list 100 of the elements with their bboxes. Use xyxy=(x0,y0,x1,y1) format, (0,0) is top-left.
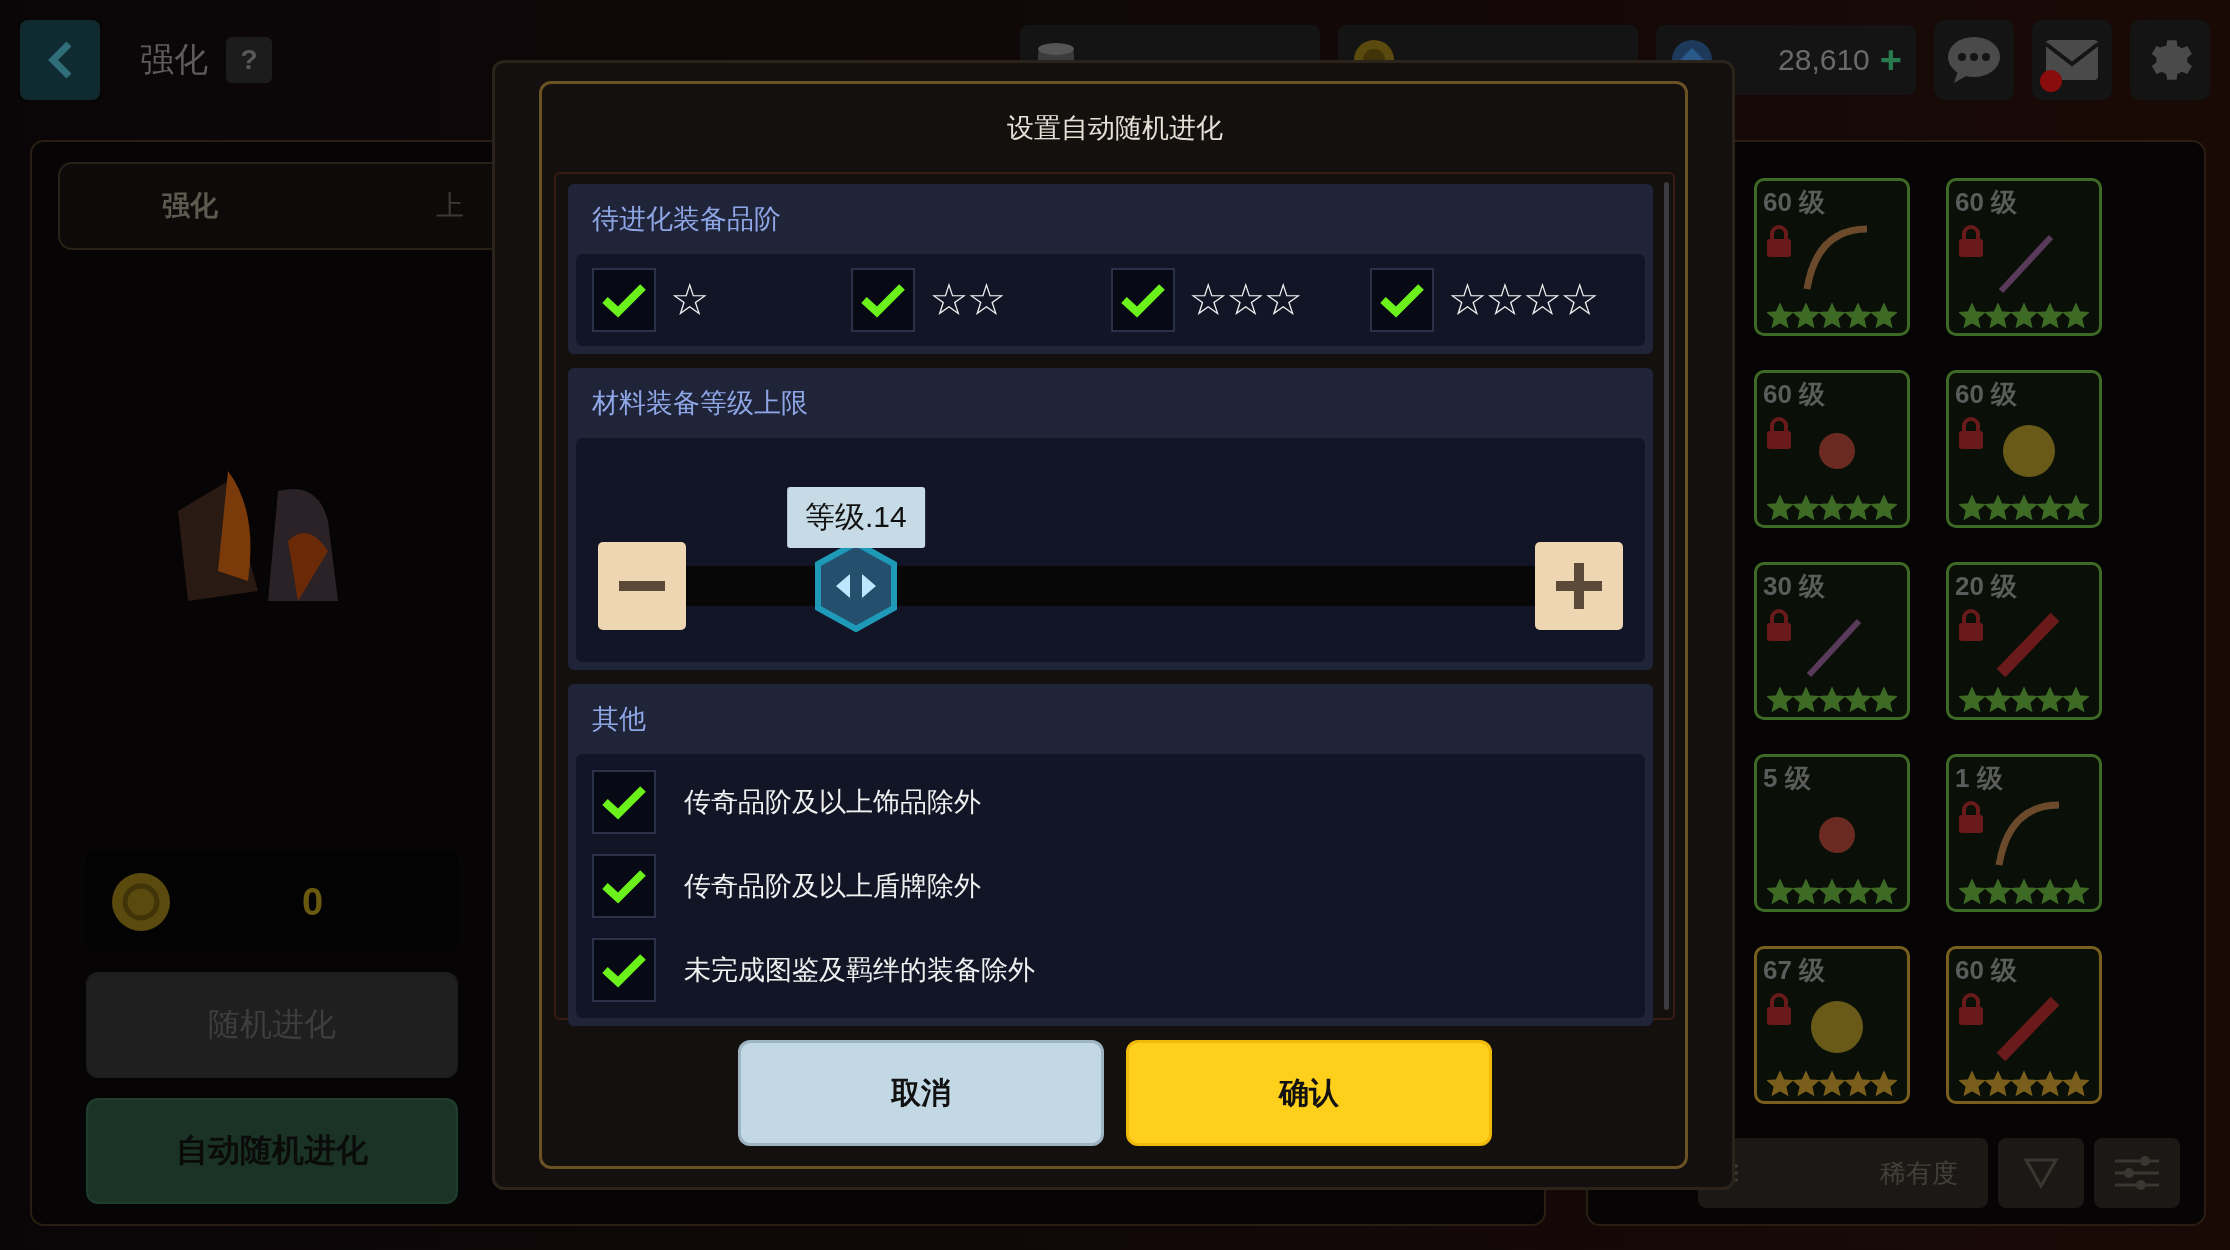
star-icon xyxy=(1819,303,1845,329)
checkmark-icon xyxy=(1379,282,1424,318)
star-icon xyxy=(1871,1071,1897,1097)
star-icon xyxy=(1959,495,1985,521)
item-level: 60 级 xyxy=(1763,186,1826,219)
section-heading: 其他 xyxy=(591,703,647,736)
star-icon xyxy=(2037,879,2063,905)
star-icon xyxy=(1819,879,1845,905)
star-icon xyxy=(1985,687,2011,713)
checkbox[interactable] xyxy=(592,854,656,918)
cost-amount: 0 xyxy=(302,880,324,924)
triangle-icon xyxy=(2023,1157,2059,1189)
item-level: 60 级 xyxy=(1955,378,2018,411)
item-card[interactable]: 60 级 xyxy=(1754,370,1910,528)
star-icon xyxy=(1985,879,2011,905)
item-level: 1 级 xyxy=(1955,762,2003,795)
section-heading: 待进化装备品阶 xyxy=(591,203,782,236)
grade-stars: ☆☆☆ xyxy=(1188,278,1301,322)
item-card[interactable]: 1 级 xyxy=(1946,754,2102,912)
mail-icon xyxy=(2044,38,2100,82)
star-icon xyxy=(1871,687,1897,713)
star-icon xyxy=(2037,495,2063,521)
star-icon xyxy=(1819,687,1845,713)
item-card[interactable]: 60 级 xyxy=(1754,178,1910,336)
star-icon xyxy=(1767,303,1793,329)
star-icon xyxy=(2011,303,2037,329)
star-icon xyxy=(1819,1071,1845,1097)
checkmark-icon xyxy=(602,868,646,904)
resource-amount: 28,610 xyxy=(1777,43,1870,77)
minus-icon xyxy=(619,581,665,591)
help-button[interactable]: ? xyxy=(226,37,272,83)
grade-stars: ☆☆☆☆ xyxy=(1447,278,1598,322)
star-icon xyxy=(1959,303,1985,329)
page-title: 强化 xyxy=(140,39,208,80)
star-icon xyxy=(1819,495,1845,521)
decrease-button[interactable] xyxy=(598,542,686,630)
item-card[interactable]: 67 级 xyxy=(1754,946,1910,1104)
star-icon xyxy=(2063,303,2089,329)
star-icon xyxy=(2011,1071,2037,1097)
item-level: 60 级 xyxy=(1763,378,1826,411)
star-icon xyxy=(1871,495,1897,521)
confirm-button[interactable]: 确认 xyxy=(1125,1040,1492,1146)
plus-icon xyxy=(1556,563,1602,609)
checkmark-icon xyxy=(602,282,646,318)
option-label: 传奇品阶及以上盾牌除外 xyxy=(684,870,981,903)
item-level: 20 级 xyxy=(1955,570,2018,603)
checkbox[interactable] xyxy=(851,268,916,332)
item-level: 60 级 xyxy=(1955,186,2018,219)
star-icon xyxy=(1845,879,1871,905)
checkbox[interactable] xyxy=(592,938,656,1002)
checkbox[interactable] xyxy=(1110,268,1175,332)
star-icon xyxy=(1985,1071,2011,1097)
scrollbar[interactable] xyxy=(1664,182,1669,1010)
item-level: 30 级 xyxy=(1763,570,1826,603)
star-icon xyxy=(1959,879,1985,905)
star-icon xyxy=(1767,495,1793,521)
add-button[interactable]: + xyxy=(1879,38,1902,82)
grade-stars: ☆ xyxy=(670,278,708,322)
checkmark-icon xyxy=(602,784,646,820)
star-icon xyxy=(2037,303,2063,329)
star-icon xyxy=(1845,303,1871,329)
star-icon xyxy=(2063,687,2089,713)
star-icon xyxy=(2037,687,2063,713)
star-icon xyxy=(1985,495,2011,521)
item-card[interactable]: 5 级 xyxy=(1754,754,1910,912)
item-level: 67 级 xyxy=(1763,954,1826,987)
star-icon xyxy=(1871,303,1897,329)
star-icon xyxy=(1871,879,1897,905)
star-icon xyxy=(2011,495,2037,521)
star-icon xyxy=(1793,687,1819,713)
coin-icon xyxy=(110,871,172,933)
checkbox[interactable] xyxy=(592,770,656,834)
sliders-icon xyxy=(2115,1155,2159,1191)
star-icon xyxy=(1959,1071,1985,1097)
item-card[interactable]: 60 级 xyxy=(1946,946,2102,1104)
star-icon xyxy=(1793,303,1819,329)
item-card[interactable]: 20 级 xyxy=(1946,562,2102,720)
star-icon xyxy=(2037,1071,2063,1097)
star-icon xyxy=(1767,879,1793,905)
item-card[interactable]: 60 级 xyxy=(1946,370,2102,528)
tab[interactable]: 强化 xyxy=(60,186,320,226)
section-heading: 材料装备等级上限 xyxy=(591,387,809,420)
checkbox[interactable] xyxy=(1369,268,1434,332)
chat-icon xyxy=(1946,35,2002,85)
back-button[interactable] xyxy=(20,20,100,100)
star-icon xyxy=(2063,879,2089,905)
grade-stars: ☆☆ xyxy=(929,278,1005,322)
checkmark-icon xyxy=(861,282,906,318)
cancel-button[interactable]: 取消 xyxy=(737,1040,1104,1146)
item-level: 5 级 xyxy=(1763,762,1811,795)
option-label: 未完成图鉴及羁绊的装备除外 xyxy=(684,954,1035,987)
checkbox[interactable] xyxy=(592,268,656,332)
star-icon xyxy=(1845,1071,1871,1097)
star-icon xyxy=(1767,1071,1793,1097)
star-icon xyxy=(1985,303,2011,329)
star-icon xyxy=(2011,687,2037,713)
star-icon xyxy=(1845,687,1871,713)
increase-button[interactable] xyxy=(1535,542,1623,630)
star-icon xyxy=(1793,1071,1819,1097)
level-tooltip: 等级.14 xyxy=(786,487,925,548)
